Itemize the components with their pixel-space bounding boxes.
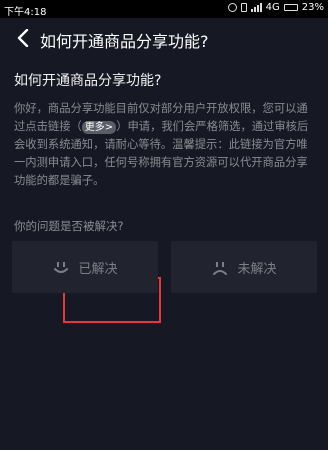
signal-icon <box>250 3 262 12</box>
solved-label: 已解决 <box>78 261 118 277</box>
nav-bar: 如何开通商品分享功能? <box>0 18 328 58</box>
more-link[interactable]: 更多> <box>81 121 117 134</box>
battery-level: 23% <box>301 2 324 13</box>
chevron-left-icon <box>17 29 29 47</box>
solved-button[interactable]: 已解决 <box>12 241 158 293</box>
status-icons: 4G 23% <box>227 2 324 13</box>
answer-body: 你好，商品分享功能目前仅对部分用户开放权限，您可以通过点击链接（ 更多> ）申请，我… <box>14 100 318 190</box>
unsolved-button[interactable]: 未解决 <box>171 241 317 293</box>
question-title: 如何开通商品分享功能? <box>14 73 162 89</box>
smile-face-icon <box>54 262 69 273</box>
unsolved-label: 未解决 <box>237 261 277 277</box>
network-type: 4G <box>265 2 280 13</box>
answer-content: 如何开通商品分享功能? 你好，商品分享功能目前仅对部分用户开放权限，您可以通过点… <box>14 62 318 190</box>
alarm-icon <box>227 3 237 12</box>
status-bar: 下午4:18 4G 23% <box>0 0 328 18</box>
back-button[interactable] <box>12 27 34 49</box>
page-title: 如何开通商品分享功能? <box>40 32 209 51</box>
feedback-prompt: 你的问题是否被解决? <box>14 219 124 233</box>
sad-face-icon <box>213 262 228 275</box>
vibrate-icon <box>240 3 247 12</box>
status-time: 下午4:18 <box>4 7 47 18</box>
battery-icon <box>283 4 298 11</box>
